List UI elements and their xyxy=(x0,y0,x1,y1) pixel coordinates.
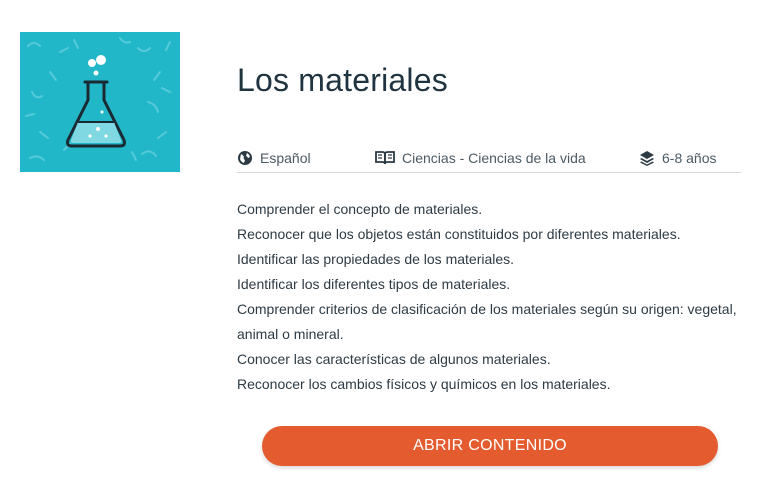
objective-item: Comprender criterios de clasificación de… xyxy=(237,301,737,317)
age-label: 6-8 años xyxy=(662,150,717,166)
flask-icon xyxy=(25,37,171,161)
objective-item: animal o mineral. xyxy=(237,326,344,342)
resource-meta-bar: Español Ciencias - Ciencias de la vida 6… xyxy=(237,148,741,173)
page-title: Los materiales xyxy=(237,62,448,98)
globe-icon xyxy=(238,151,252,165)
book-icon xyxy=(375,151,395,165)
subject-label: Ciencias - Ciencias de la vida xyxy=(402,150,586,166)
resource-thumbnail xyxy=(20,32,180,172)
open-content-button[interactable]: ABRIR CONTENIDO xyxy=(262,426,718,466)
language-meta: Español xyxy=(237,150,311,166)
language-label: Español xyxy=(260,150,311,166)
objective-item: Reconocer que los objetos están constitu… xyxy=(237,226,681,242)
objective-item: Reconocer los cambios físicos y químicos… xyxy=(237,376,611,392)
age-meta: 6-8 años xyxy=(639,150,716,166)
layers-icon xyxy=(640,151,654,166)
objective-item: Identificar los diferentes tipos de mate… xyxy=(237,276,511,292)
subject-meta: Ciencias - Ciencias de la vida xyxy=(375,150,586,166)
objectives-list: Comprender el concepto de materiales. Re… xyxy=(237,197,747,397)
objective-item: Identificar las propiedades de los mater… xyxy=(237,251,515,267)
objective-item: Conocer las características de algunos m… xyxy=(237,351,551,367)
objective-item: Comprender el concepto de materiales. xyxy=(237,201,483,217)
